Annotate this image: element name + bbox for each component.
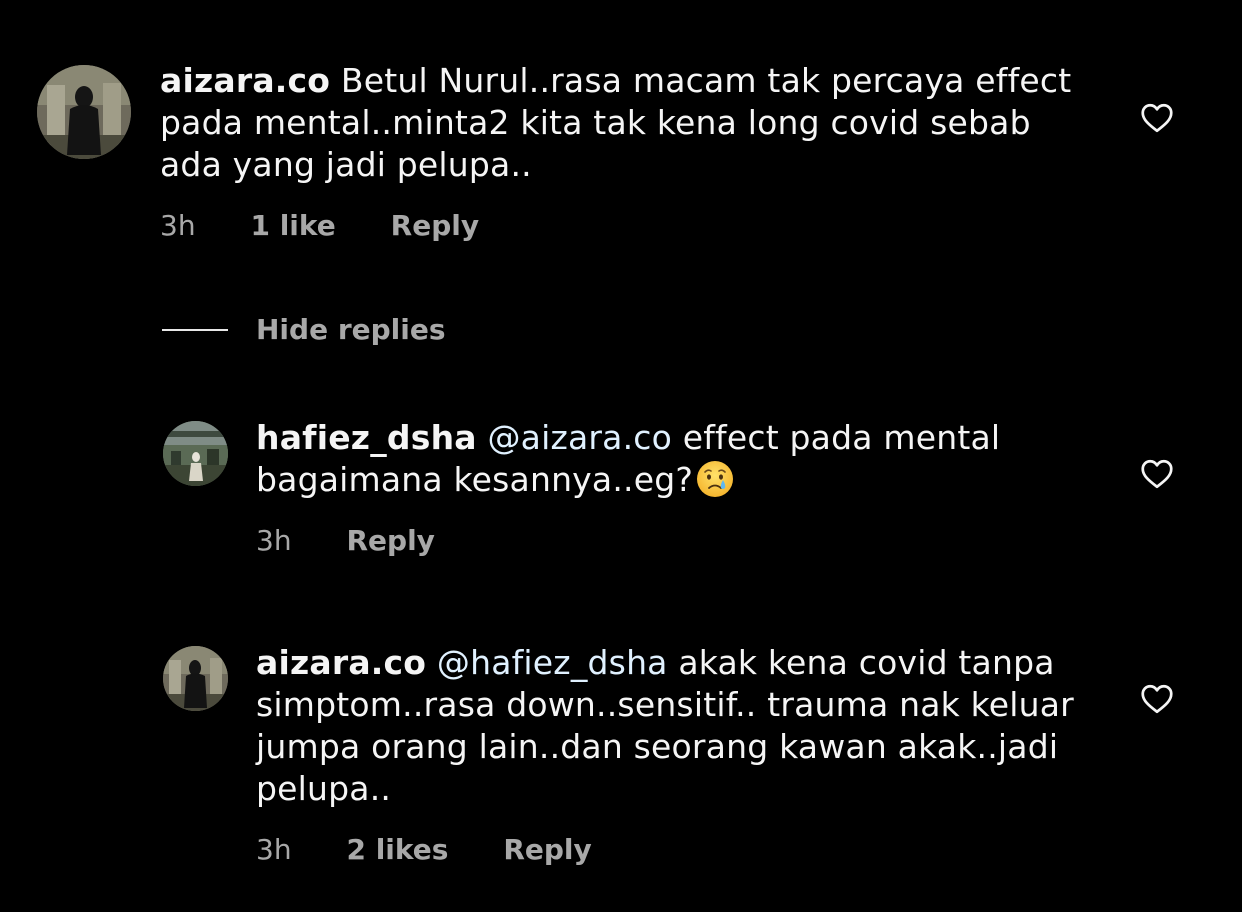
reply-button[interactable]: Reply xyxy=(503,833,591,867)
comment-line: simptom..rasa down..sensitif.. trauma na… xyxy=(256,685,1074,724)
hide-replies-button[interactable]: Hide replies xyxy=(256,313,446,347)
comment-line: akak kena covid tanpa xyxy=(678,643,1055,682)
reply-button[interactable]: Reply xyxy=(391,209,479,243)
username[interactable]: hafiez_dsha xyxy=(256,418,477,457)
crying-face-emoji xyxy=(695,459,735,499)
timestamp: 3h xyxy=(256,833,292,866)
timestamp: 3h xyxy=(160,209,196,242)
reply-button[interactable]: Reply xyxy=(346,524,434,558)
comment-text: hafiez_dsha @aizara.co effect pada menta… xyxy=(256,417,1116,501)
comment-line: bagaimana kesannya..eg? xyxy=(256,460,694,499)
comment-meta: 3h 2 likes Reply xyxy=(256,833,592,867)
comment-text: aizara.co @hafiez_dsha akak kena covid t… xyxy=(256,642,1136,810)
comment-line: Betul Nurul..rasa macam tak percaya effe… xyxy=(340,61,1072,100)
heart-outline-icon[interactable] xyxy=(1139,100,1175,136)
avatar[interactable] xyxy=(163,646,228,711)
avatar[interactable] xyxy=(163,421,228,486)
comment-line: ada yang jadi pelupa.. xyxy=(160,145,532,184)
mention-link[interactable]: @aizara.co xyxy=(487,418,672,457)
comment-line: effect pada mental xyxy=(682,418,1001,457)
heart-outline-icon[interactable] xyxy=(1139,681,1175,717)
comment-meta: 3h 1 like Reply xyxy=(160,209,479,243)
username[interactable]: aizara.co xyxy=(160,61,330,100)
comment-meta: 3h Reply xyxy=(256,524,435,558)
avatar[interactable] xyxy=(37,65,131,159)
timestamp: 3h xyxy=(256,524,292,557)
divider-line xyxy=(162,329,228,331)
heart-outline-icon[interactable] xyxy=(1139,456,1175,492)
likes-count[interactable]: 2 likes xyxy=(346,833,448,867)
comment-text: aizara.co Betul Nurul..rasa macam tak pe… xyxy=(160,60,1120,186)
comment-line: pada mental..minta2 kita tak kena long c… xyxy=(160,103,1031,142)
comment-line: jumpa orang lain..dan seorang kawan akak… xyxy=(256,727,1059,766)
likes-count[interactable]: 1 like xyxy=(250,209,335,243)
comment-line: pelupa.. xyxy=(256,769,392,808)
mention-link[interactable]: @hafiez_dsha xyxy=(437,643,668,682)
username[interactable]: aizara.co xyxy=(256,643,426,682)
